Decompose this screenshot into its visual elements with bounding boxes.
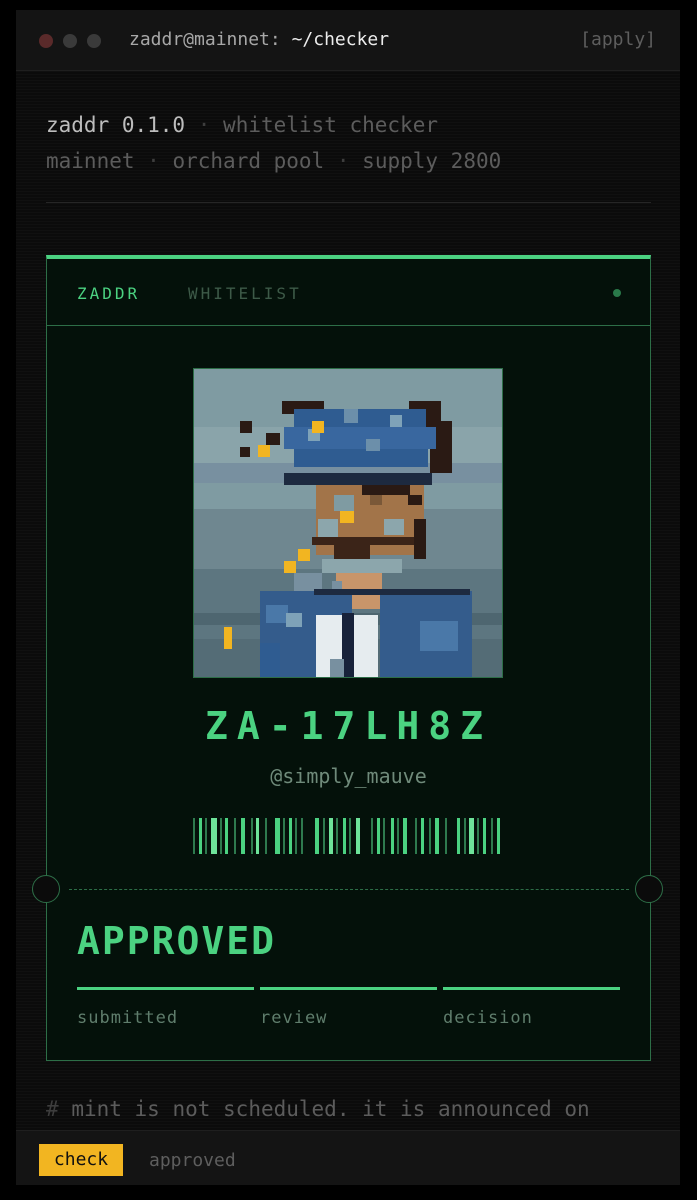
app-info-line: zaddr 0.1.0 · whitelist checker [46,113,438,137]
progress-segment-review [260,987,437,990]
mint-comment: # mint is not scheduled. it is announced… [46,1097,590,1121]
window-title: zaddr@mainnet: ~/checker [129,29,389,50]
pool-name: orchard pool [172,149,325,173]
step-label-review: review [260,1008,328,1028]
ticket-notch-left [32,875,60,903]
title-bar: zaddr@mainnet: ~/checker [apply] [16,10,680,71]
step-label-decision: decision [443,1008,533,1028]
barcode [193,818,500,854]
separator: · [336,149,350,173]
user-handle: @simply_mauve [270,764,427,788]
user-host: zaddr@mainnet: [129,29,281,50]
network-name: mainnet [46,149,135,173]
app-version: zaddr 0.1.0 [46,113,186,137]
ticket-notch-right [635,875,663,903]
current-path: ~/checker [291,29,390,50]
tab-zaddr: ZADDR [77,284,141,303]
supply-info: supply 2800 [362,149,502,173]
approval-status: APPROVED [77,919,277,963]
network-info-line: mainnet · orchard pool · supply 2800 [46,149,501,173]
whitelist-card: ZADDR WHITELIST ZA-17LH8Z @simply_mauve … [32,255,663,1061]
comment-hash: # [46,1097,59,1121]
apply-button[interactable]: [apply] [580,29,656,50]
status-indicator-dot [613,289,621,297]
progress-segment-submitted [77,987,254,990]
separator: · [147,149,160,173]
card-header: ZADDR WHITELIST [47,259,650,326]
zaddr-id: ZA-17LH8Z [205,704,492,748]
step-label-submitted: submitted [77,1008,179,1028]
maximize-window-button[interactable] [87,34,101,48]
terminal-window: zaddr@mainnet: ~/checker [apply] zaddr 0… [16,10,680,1185]
comment-text: mint is not scheduled. it is announced o… [71,1097,590,1121]
divider [46,202,651,203]
separator: · [197,113,211,137]
minimize-window-button[interactable] [63,34,77,48]
pixel-art-avatar [193,368,503,678]
tab-whitelist: WHITELIST [188,284,302,303]
progress-segment-decision [443,987,620,990]
bottom-bar: check approved [16,1130,680,1185]
check-button[interactable]: check [39,1144,123,1176]
app-description: whitelist checker [223,113,438,137]
status-text: approved [149,1150,236,1171]
perforation-line [69,889,629,890]
close-window-button[interactable] [39,34,53,48]
